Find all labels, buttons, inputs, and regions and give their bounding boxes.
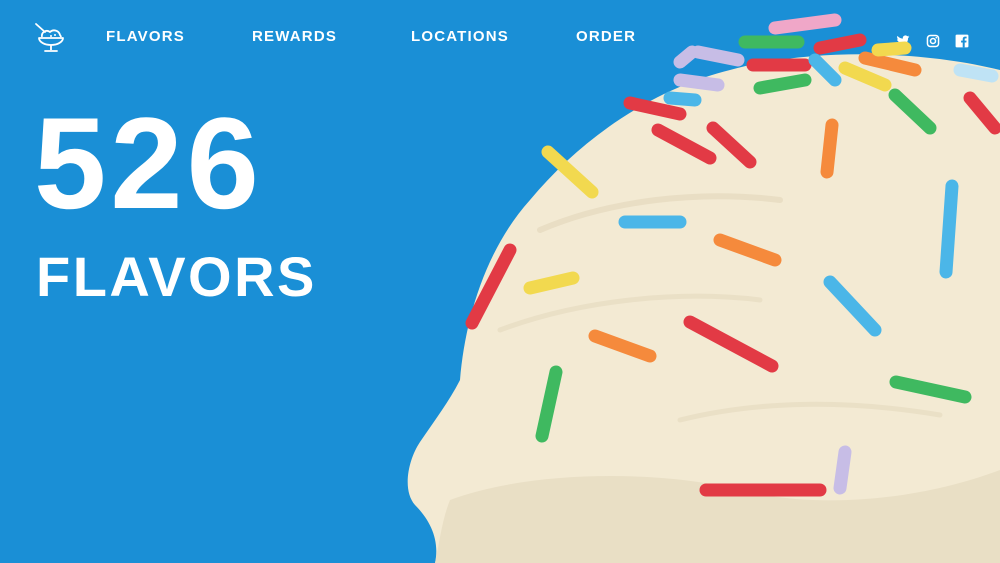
- flavors-heading: FLAVORS: [36, 245, 317, 308]
- ice-cream-bowl-icon[interactable]: [34, 22, 66, 54]
- flavor-count-heading: 526: [34, 98, 334, 243]
- flavor-count-number: 526: [34, 98, 263, 236]
- ice-cream-scoop-image: [407, 13, 1000, 563]
- hero-section: FLAVORS REWARDS LOCATIONS ORDER 526 FLAV…: [0, 0, 1000, 563]
- nav-link-rewards[interactable]: REWARDS: [252, 28, 337, 45]
- nav-link-flavors[interactable]: FLAVORS: [106, 28, 185, 45]
